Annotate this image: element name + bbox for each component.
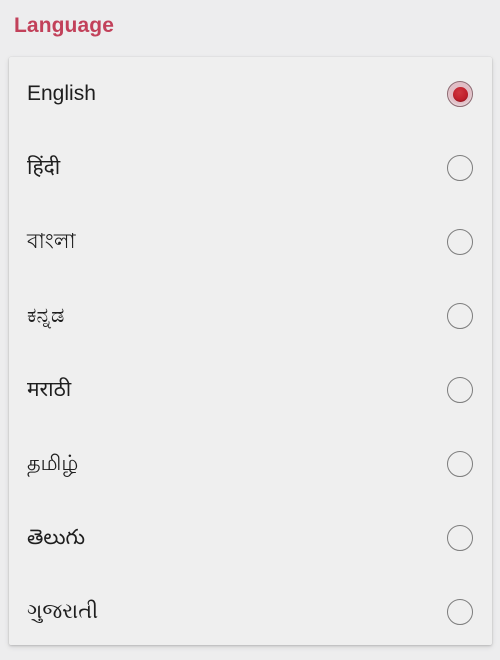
language-option-row[interactable]: ગુજરાતી	[9, 575, 492, 645]
language-option-row[interactable]: English	[9, 57, 492, 131]
radio-dot	[452, 86, 468, 102]
language-option-label: తెలుగు	[27, 526, 86, 549]
language-option-label: हिंदी	[27, 156, 61, 179]
language-option-row[interactable]: తెలుగు	[9, 501, 492, 575]
radio-button-unselected-icon[interactable]	[446, 376, 474, 404]
language-option-row[interactable]: தமிழ்	[9, 427, 492, 501]
language-option-row[interactable]: বাংলা	[9, 205, 492, 279]
language-option-label: বাংলা	[27, 230, 76, 253]
language-option-row[interactable]: ಕನ್ನಡ	[9, 279, 492, 353]
radio-button-unselected-icon[interactable]	[446, 154, 474, 182]
radio-ring	[447, 451, 473, 477]
radio-button-selected-icon[interactable]	[446, 80, 474, 108]
language-option-row[interactable]: हिंदी	[9, 131, 492, 205]
language-option-list: English हिंदी বাংলা ಕನ್ನಡ मराठी தமிழ் తెలుగు ગુ…	[9, 57, 492, 645]
radio-ring	[447, 525, 473, 551]
language-option-label: मराठी	[27, 378, 72, 401]
radio-button-unselected-icon[interactable]	[446, 302, 474, 330]
language-settings-screen: Language English हिंदी বাংলা ಕನ್ನಡ मराठी தமிழ…	[0, 0, 500, 660]
language-option-label: ગુજરાતી	[27, 600, 99, 623]
language-option-label: தமிழ்	[27, 452, 79, 475]
language-card: English हिंदी বাংলা ಕನ್ನಡ मराठी தமிழ் తెలుగు ગુ…	[9, 57, 492, 645]
radio-ring	[447, 303, 473, 329]
radio-ring	[447, 229, 473, 255]
radio-ring	[447, 377, 473, 403]
radio-ring	[447, 599, 473, 625]
radio-button-unselected-icon[interactable]	[446, 228, 474, 256]
radio-button-unselected-icon[interactable]	[446, 524, 474, 552]
page-title: Language	[14, 14, 114, 37]
radio-button-unselected-icon[interactable]	[446, 598, 474, 626]
language-option-label: ಕನ್ನಡ	[27, 304, 65, 327]
language-option-row[interactable]: मराठी	[9, 353, 492, 427]
radio-ring	[447, 155, 473, 181]
radio-button-unselected-icon[interactable]	[446, 450, 474, 478]
language-option-label: English	[27, 82, 96, 105]
